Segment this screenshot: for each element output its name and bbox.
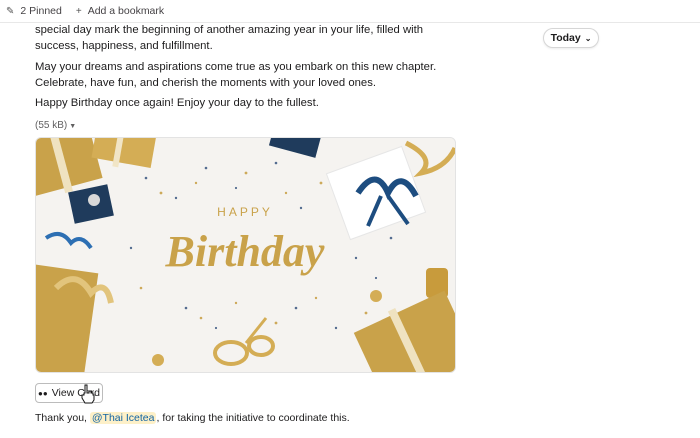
hand-cursor-icon <box>81 384 95 404</box>
card-heading-large: Birthday <box>165 227 325 276</box>
thanks-message: Thank you, @Thai Icetea, for taking the … <box>35 412 350 424</box>
plus-icon: + <box>75 5 82 17</box>
user-mention[interactable]: @Thai Icetea <box>89 412 157 424</box>
card-heading-small: HAPPY <box>217 205 273 219</box>
add-bookmark-button[interactable]: + Add a bookmark <box>76 5 164 17</box>
channel-header-bar: ✎ 2 Pinned + Add a bookmark <box>0 0 700 23</box>
message-paragraph: Happy Birthday once again! Enjoy your da… <box>35 97 319 109</box>
attachment-size-toggle[interactable]: (55 kB) ▼ <box>35 120 76 131</box>
message-paragraph: special day mark the beginning of anothe… <box>35 24 424 52</box>
date-label: Today <box>550 32 581 44</box>
pinned-label: 2 Pinned <box>20 5 62 17</box>
date-divider-today[interactable]: Today ⌄ <box>543 28 599 48</box>
eyes-icon: ●● <box>38 388 48 398</box>
thanks-text-before: Thank you, <box>35 412 90 424</box>
add-bookmark-label: Add a bookmark <box>87 5 165 17</box>
pinned-button[interactable]: ✎ 2 Pinned <box>6 5 62 17</box>
file-size-label: (55 kB) <box>35 120 68 131</box>
birthday-card-art: HAPPY Birthday <box>36 138 455 372</box>
birthday-card-image[interactable]: HAPPY Birthday <box>35 137 456 373</box>
caret-down-icon: ▼ <box>69 123 77 130</box>
thanks-text-after: , for taking the initiative to coordinat… <box>156 412 350 424</box>
message-paragraph: May your dreams and aspirations come tru… <box>35 61 437 89</box>
chevron-down-icon: ⌄ <box>584 33 592 43</box>
pin-icon: ✎ <box>6 5 15 17</box>
